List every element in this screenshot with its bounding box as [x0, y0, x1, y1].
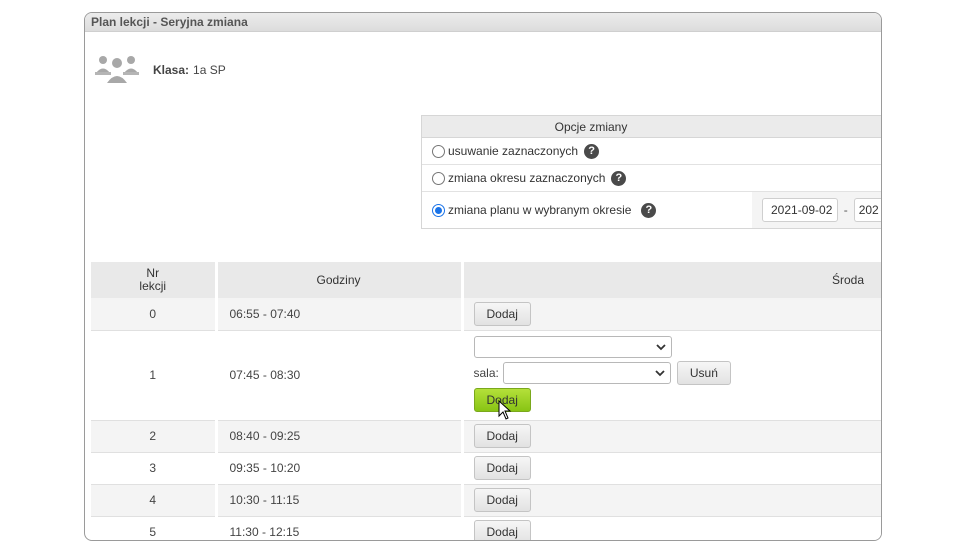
subject-select[interactable]	[473, 335, 672, 358]
date-to-input[interactable]: 202	[853, 198, 881, 222]
date-from-input[interactable]: 2021-09-02	[762, 198, 838, 222]
day-cell: Dodaj	[462, 420, 881, 453]
radio-change-period[interactable]	[432, 171, 445, 185]
day-cell: Dodaj	[462, 452, 881, 485]
lesson-hours: 09:35 - 10:20	[216, 452, 464, 485]
serial-change-panel: Plan lekcji - Seryjna zmiana Klasa: 1a S…	[84, 12, 882, 541]
day-cell: Dodaj	[462, 484, 881, 517]
lesson-number: 1	[91, 330, 218, 421]
add-button[interactable]: Dodaj	[473, 488, 531, 512]
class-label: Klasa:	[153, 63, 190, 77]
room-label: sala:	[473, 365, 499, 380]
help-icon[interactable]: ?	[641, 202, 657, 218]
date-range: 2021-09-02 - 202	[752, 192, 881, 228]
option-delete-selected[interactable]: usuwanie zaznaczonych ?	[422, 138, 881, 165]
table-row: 5 11:30 - 12:15 Dodaj	[91, 516, 881, 540]
remove-button[interactable]: Usuń	[676, 360, 731, 385]
table-row: 2 08:40 - 09:25 Dodaj	[91, 420, 881, 453]
schedule-table: Nr lekcji Godziny Środa 0 06:55 - 07:40 …	[91, 262, 882, 540]
class-value: 1a SP	[193, 63, 226, 77]
lesson-number: 4	[91, 484, 218, 517]
lesson-hours: 08:40 - 09:25	[216, 420, 464, 453]
students-group-icon	[95, 56, 139, 83]
lesson-hours: 11:30 - 12:15	[216, 516, 464, 540]
chevron-down-icon	[655, 369, 665, 376]
radio-delete-selected[interactable]	[432, 144, 445, 158]
day-cell-editing: sala: Usuń Dodaj	[462, 330, 882, 421]
mouse-cursor-icon	[498, 399, 511, 420]
option-label: zmiana okresu zaznaczonych	[448, 171, 606, 185]
option-change-plan[interactable]: zmiana planu w wybranym okresie ? 2021-0…	[422, 192, 881, 228]
help-icon[interactable]: ?	[611, 170, 627, 186]
help-icon[interactable]: ?	[584, 143, 600, 159]
add-button[interactable]: Dodaj	[473, 520, 531, 540]
day-cell: Dodaj	[462, 516, 881, 540]
options-header: Opcje zmiany	[422, 116, 881, 138]
option-change-period[interactable]: zmiana okresu zaznaczonych ?	[422, 165, 881, 192]
change-options: Opcje zmiany usuwanie zaznaczonych ? zmi…	[421, 115, 881, 229]
table-row: 0 06:55 - 07:40 Dodaj	[91, 298, 881, 331]
table-row: 3 09:35 - 10:20 Dodaj	[91, 452, 881, 485]
lesson-number: 2	[91, 420, 218, 453]
header-nr: Nr lekcji	[91, 262, 218, 298]
add-button[interactable]: Dodaj	[473, 424, 531, 448]
lesson-hours: 07:45 - 08:30	[216, 330, 464, 421]
table-row: 4 10:30 - 11:15 Dodaj	[91, 484, 881, 517]
header-hours: Godziny	[216, 262, 464, 298]
header-day: Środa	[462, 262, 881, 298]
option-label: zmiana planu w wybranym okresie	[448, 203, 632, 217]
date-separator: -	[843, 203, 848, 217]
lesson-number: 3	[91, 452, 218, 485]
radio-change-plan[interactable]	[432, 203, 445, 217]
table-row: 1 07:45 - 08:30 sala: Usuń Dodaj	[91, 330, 882, 421]
panel-title: Plan lekcji - Seryjna zmiana	[85, 13, 881, 32]
room-select[interactable]	[502, 361, 671, 384]
lesson-edit-block: sala: Usuń Dodaj	[473, 332, 882, 420]
lesson-hours: 06:55 - 07:40	[216, 298, 464, 331]
add-button[interactable]: Dodaj	[473, 456, 531, 480]
class-info: Klasa: 1a SP	[95, 53, 226, 87]
day-cell: Dodaj	[462, 298, 881, 331]
chevron-down-icon	[655, 343, 666, 350]
option-label: usuwanie zaznaczonych	[448, 144, 579, 158]
lesson-hours: 10:30 - 11:15	[216, 484, 464, 517]
lesson-number: 0	[91, 298, 218, 331]
add-button[interactable]: Dodaj	[473, 301, 531, 326]
lesson-number: 5	[91, 516, 218, 540]
